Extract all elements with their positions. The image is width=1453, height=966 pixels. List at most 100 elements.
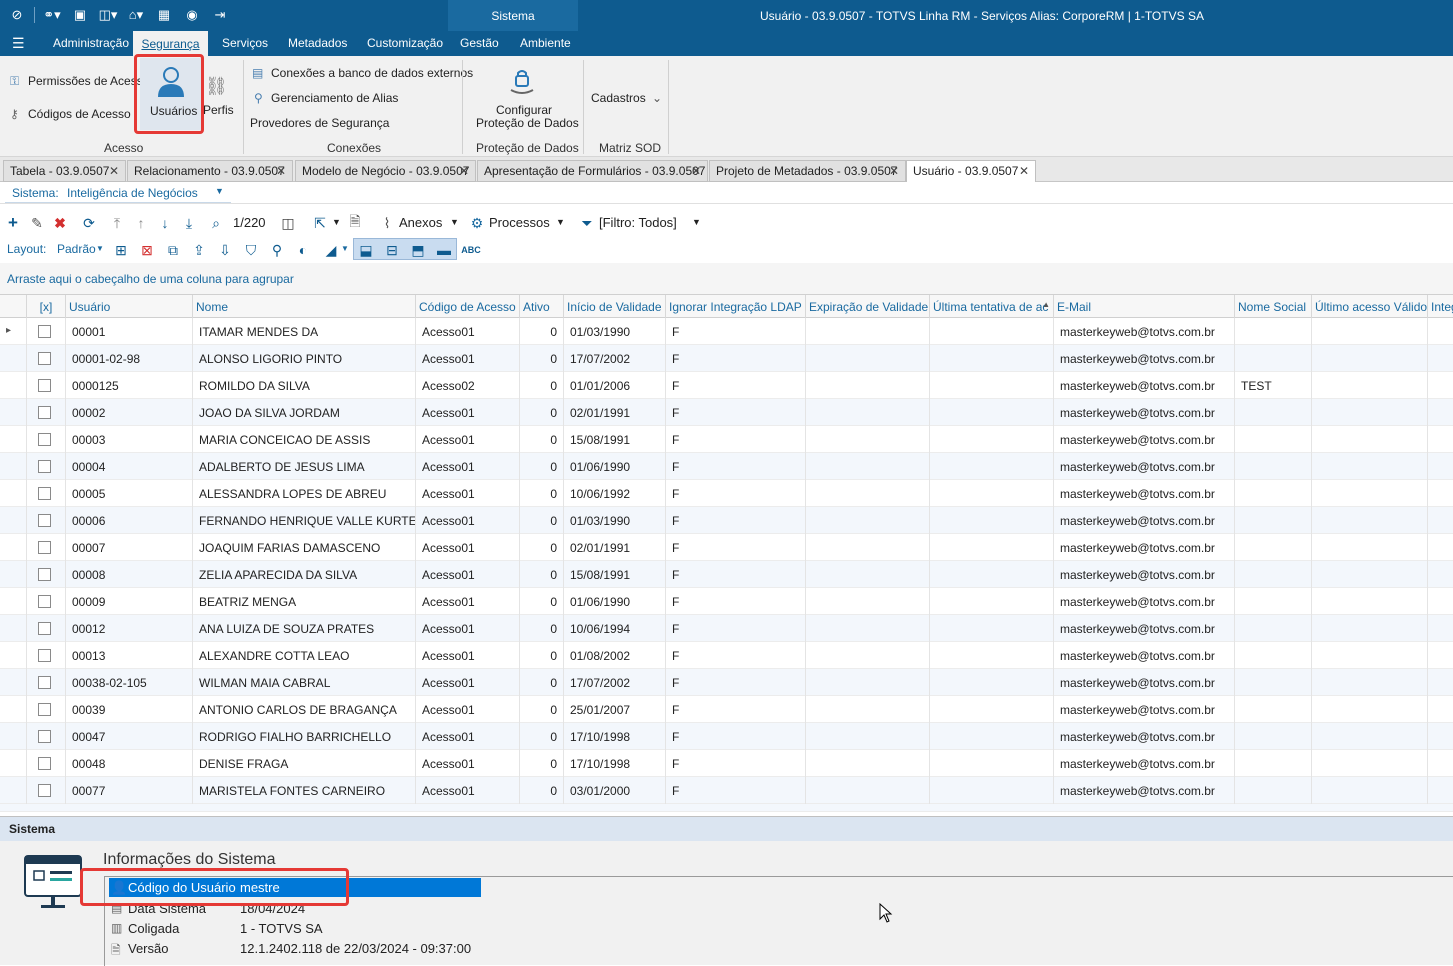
pin-icon[interactable]: ⚲	[268, 241, 286, 259]
close-icon[interactable]: ✕	[691, 164, 701, 178]
chart-icon[interactable]: ◢	[322, 241, 340, 259]
close-icon[interactable]: ✕	[276, 164, 286, 178]
row-checkbox[interactable]	[38, 622, 51, 635]
tab-usuario[interactable]: Usuário - 03.9.0507 ✕	[906, 160, 1036, 183]
table-row[interactable]: 00003 MARIA CONCEICAO DE ASSIS Acesso01 0 15…	[0, 426, 1453, 453]
home-icon[interactable]: ⌂▾	[125, 6, 147, 24]
row-checkbox[interactable]	[38, 514, 51, 527]
alias-button[interactable]: Gerenciamento de Alias	[271, 91, 398, 105]
add-icon[interactable]: +	[4, 213, 22, 232]
table-row[interactable]: ▸ 00001 ITAMAR MENDES DA Acesso01 0 01/03/199…	[0, 318, 1453, 345]
configurar-protecao-button[interactable]: Configurar	[496, 103, 552, 117]
chevron-down-icon[interactable]: ⌄	[652, 91, 662, 105]
view-split-icon[interactable]: ⊟	[383, 241, 401, 259]
close-icon[interactable]: ✕	[459, 164, 469, 178]
table-row[interactable]: 00005 ALESSANDRA LOPES DE ABREU Acesso01 0 1…	[0, 480, 1453, 507]
tab-tabela[interactable]: Tabela - 03.9.0507 ✕	[3, 160, 126, 182]
table-row[interactable]: 00048 DENISE FRAGA Acesso01 0 17/10/1998 Fmas…	[0, 750, 1453, 777]
tab-modelo-negocio[interactable]: Modelo de Negócio - 03.9.0507 ✕	[295, 160, 476, 182]
close-icon[interactable]: ✕	[1019, 164, 1029, 178]
view-band-icon[interactable]: ▬	[435, 241, 453, 259]
row-checkbox[interactable]	[38, 676, 51, 689]
row-checkbox[interactable]	[38, 541, 51, 554]
menu-servicos[interactable]: Serviços	[222, 36, 268, 50]
header-ultimo-acesso[interactable]: Último acesso Válido	[1312, 295, 1428, 319]
row-checkbox[interactable]	[38, 649, 51, 662]
header-ativo[interactable]: Ativo	[520, 295, 564, 319]
next-record-icon[interactable]: ↓	[156, 214, 174, 232]
header-nome[interactable]: Nome	[193, 295, 416, 319]
table-row[interactable]: 00008 ZELIA APARECIDA DA SILVA Acesso01 0 15…	[0, 561, 1453, 588]
row-checkbox[interactable]	[38, 595, 51, 608]
chevron-down-icon[interactable]: ▼	[341, 244, 349, 253]
permissoes-acesso-button[interactable]: Permissões de Acesso	[28, 74, 149, 88]
monitor-icon[interactable]: ▣	[69, 6, 91, 24]
row-checkbox[interactable]	[38, 730, 51, 743]
provedores-button[interactable]: Provedores de Segurança	[250, 116, 389, 130]
table-row[interactable]: 00009 BEATRIZ MENGA Acesso01 0 01/06/1990 Fma…	[0, 588, 1453, 615]
last-record-icon[interactable]: ⤓	[180, 214, 198, 232]
view-top-icon[interactable]: ⬒	[409, 241, 427, 259]
download-layout-icon[interactable]: ⇩	[216, 241, 234, 259]
tab-relacionamento[interactable]: Relacionamento - 03.9.0507 ✕	[127, 160, 293, 182]
filtro-dropdown[interactable]: [Filtro: Todos]	[599, 215, 677, 230]
chevron-down-icon[interactable]: ▼	[556, 217, 565, 227]
upload-layout-icon[interactable]: ⇪	[190, 241, 208, 259]
header-select[interactable]: [x]	[27, 295, 66, 319]
table-row[interactable]: 00001-02-98 ALONSO LIGORIO PINTO Acesso01 0…	[0, 345, 1453, 372]
header-inicio-validade[interactable]: Início de Validade	[564, 295, 666, 319]
previous-record-icon[interactable]: ↑	[132, 214, 150, 232]
sistema-value[interactable]: Inteligência de Negócios	[67, 186, 198, 200]
table-row[interactable]: 00047 RODRIGO FIALHO BARRICHELLO Acesso01 0…	[0, 723, 1453, 750]
table-row[interactable]: 00004 ADALBERTO DE JESUS LIMA Acesso01 0 01/…	[0, 453, 1453, 480]
delete-layout-icon[interactable]: ⊠	[138, 241, 156, 259]
exit-icon[interactable]: ⇥	[209, 6, 231, 24]
row-checkbox[interactable]	[38, 325, 51, 338]
close-icon[interactable]: ✕	[109, 164, 119, 178]
header-expiracao[interactable]: Expiração de Validade	[806, 295, 930, 319]
header-usuario[interactable]: Usuário	[66, 295, 193, 319]
table-row[interactable]: 00012 ANA LUIZA DE SOUZA PRATES Acesso01 0 1…	[0, 615, 1453, 642]
view-header-icon[interactable]: ⬓	[357, 241, 375, 259]
table-row[interactable]: 0000125 ROMILDO DA SILVA Acesso02 0 01/01/20…	[0, 372, 1453, 399]
menu-gestao[interactable]: Gestão	[460, 36, 499, 50]
chevron-down-icon[interactable]: ▼	[332, 217, 341, 227]
header-integ[interactable]: Integ	[1428, 295, 1453, 319]
header-nome-social[interactable]: Nome Social	[1235, 295, 1312, 319]
edit-icon[interactable]: ✎	[28, 214, 46, 232]
menu-customizacao[interactable]: Customização	[367, 36, 443, 50]
menu-ambiente[interactable]: Ambiente	[520, 36, 571, 50]
table-row[interactable]: 00006 FERNANDO HENRIQUE VALLE KURTEN Acess…	[0, 507, 1453, 534]
chevron-down-icon[interactable]: ▼	[692, 217, 701, 227]
row-checkbox[interactable]	[38, 352, 51, 365]
row-checkbox[interactable]	[38, 703, 51, 716]
menu-administracao[interactable]: Administração	[53, 36, 129, 50]
row-checkbox[interactable]	[38, 460, 51, 473]
spellcheck-icon[interactable]: ABC	[461, 241, 481, 259]
table-row[interactable]: 00039 ANTONIO CARLOS DE BRAGANÇA Acesso01 0…	[0, 696, 1453, 723]
tab-apresentacao[interactable]: Apresentação de Formulários - 03.9.0507 ✕	[477, 160, 708, 182]
document-icon[interactable]: 🗎	[346, 213, 364, 232]
codigos-acesso-button[interactable]: Códigos de Acesso	[28, 107, 131, 121]
processos-dropdown[interactable]: Processos	[489, 215, 550, 230]
globe-icon[interactable]: ◉	[181, 6, 203, 24]
table-row[interactable]: 00077 MARISTELA FONTES CARNEIRO Acesso01 0 0…	[0, 777, 1453, 804]
paint-icon[interactable]: ⛉	[242, 241, 260, 259]
table-row[interactable]: 00007 JOAQUIM FARIAS DAMASCENO Acesso01 0 02…	[0, 534, 1453, 561]
organization-icon[interactable]: ⚭▾	[41, 6, 63, 24]
cadastros-dropdown[interactable]: Cadastros	[591, 91, 646, 105]
columns-icon[interactable]: ◫	[279, 214, 297, 232]
palette-icon[interactable]: ◐	[294, 241, 312, 259]
chevron-down-icon[interactable]: ▼	[215, 186, 224, 196]
delete-icon[interactable]: ✖	[51, 214, 69, 232]
row-checkbox[interactable]	[38, 379, 51, 392]
tab-projeto-metadados[interactable]: Projeto de Metadados - 03.9.0507 ✕	[709, 160, 906, 182]
search-icon[interactable]: ⌕	[207, 214, 225, 232]
menu-toggle-icon[interactable]: ☰	[12, 35, 25, 52]
conexoes-bd-button[interactable]: Conexões a banco de dados externos	[271, 66, 473, 80]
row-checkbox[interactable]	[38, 784, 51, 797]
header-codigo-acesso[interactable]: Código de Acesso	[416, 295, 520, 319]
layout-dropdown[interactable]: Padrão	[57, 242, 96, 256]
grid-icon[interactable]: ▦	[153, 6, 175, 24]
chevron-down-icon[interactable]: ▼	[450, 217, 459, 227]
